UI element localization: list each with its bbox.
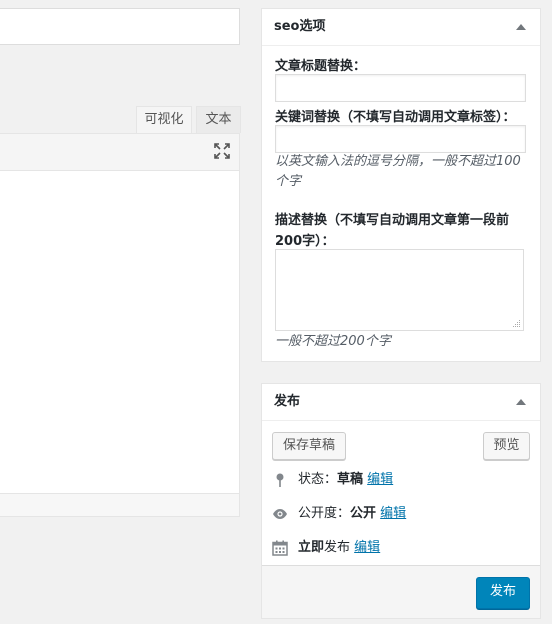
edit-status-link[interactable]: 编辑 xyxy=(367,472,393,487)
pin-icon xyxy=(276,473,284,487)
schedule-suffix: 发布 xyxy=(324,540,351,555)
preview-button[interactable]: 预览 xyxy=(483,432,530,460)
edit-schedule-link[interactable]: 编辑 xyxy=(354,540,380,555)
tab-visual[interactable]: 可视化 xyxy=(136,106,192,133)
keywords-input[interactable] xyxy=(275,125,526,153)
status-value: 草稿 xyxy=(337,472,364,487)
publish-actions: 发布 xyxy=(262,565,540,618)
status-label: 状态： xyxy=(298,472,338,487)
title-replace-label: 文章标题替换： xyxy=(275,59,367,74)
description-textarea[interactable] xyxy=(275,249,524,331)
publish-box: 发布 保存草稿 预览 状态：草稿 编辑 公开度：公开 编辑 立即发布 编辑 发布 xyxy=(261,383,541,619)
description-hint: 一般不超过200个字 xyxy=(275,334,391,349)
publish-box-header[interactable]: 发布 xyxy=(262,384,540,421)
seo-box-header[interactable]: seo选项 xyxy=(262,9,540,46)
collapse-toggle-icon[interactable] xyxy=(516,24,526,30)
visibility-value: 公开 xyxy=(350,506,377,521)
publish-button[interactable]: 发布 xyxy=(476,577,530,609)
edit-visibility-link[interactable]: 编辑 xyxy=(380,506,406,521)
collapse-toggle-icon[interactable] xyxy=(516,399,526,405)
editor-toolbar xyxy=(0,134,239,171)
editor-status-bar xyxy=(0,493,239,516)
schedule-label: 立即 xyxy=(298,540,325,555)
resize-grip-icon[interactable] xyxy=(513,320,521,328)
keywords-label: 关键词替换（不填写自动调用文章标签）： xyxy=(275,110,516,125)
visibility-label: 公开度： xyxy=(298,506,351,521)
description-label: 描述替换（不填写自动调用文章第一段前200字）： xyxy=(275,213,510,249)
publish-box-title: 发布 xyxy=(274,394,301,409)
title-replace-input[interactable] xyxy=(275,74,526,102)
keywords-hint: 以英文输入法的逗号分隔，一般不超过100个字 xyxy=(275,154,521,189)
save-draft-button[interactable]: 保存草稿 xyxy=(272,432,346,460)
tab-text[interactable]: 文本 xyxy=(196,106,241,133)
fullscreen-icon[interactable] xyxy=(213,142,231,160)
post-title-input[interactable] xyxy=(0,8,240,45)
seo-box-title: seo选项 xyxy=(274,19,326,34)
calendar-icon xyxy=(272,540,288,556)
content-editor[interactable] xyxy=(0,133,240,517)
seo-options-box: seo选项 文章标题替换： 关键词替换（不填写自动调用文章标签）： 以英文输入法… xyxy=(261,8,541,362)
eye-icon xyxy=(273,509,287,519)
